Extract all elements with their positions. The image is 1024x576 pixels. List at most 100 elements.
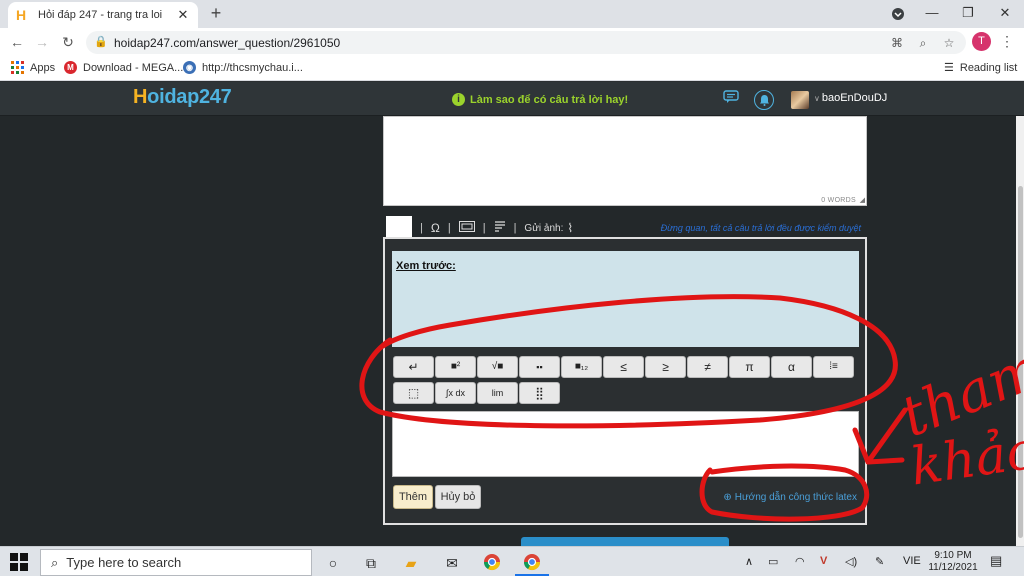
image-box-icon[interactable] xyxy=(458,221,475,235)
bookmark-label: http://thcsmychau.i... xyxy=(202,61,303,74)
math-bracket-button[interactable]: ⬚ xyxy=(393,382,434,404)
back-icon[interactable]: ← xyxy=(7,32,27,52)
moderation-notice: Đừng quan, tất cả câu trả lời đều được k… xyxy=(660,223,861,233)
tab-title: Hỏi đáp 247 - trang tra loi xyxy=(38,9,163,21)
zoom-icon[interactable]: ⌕ xyxy=(914,34,932,52)
mail-icon[interactable]: ✉ xyxy=(442,553,462,573)
cancel-button[interactable]: Hủy bỏ xyxy=(435,485,481,509)
rich-text-editor[interactable]: 0 WORDS ◢ xyxy=(383,116,867,206)
math-alpha-button[interactable]: α xyxy=(771,356,812,378)
chrome-active-icon[interactable] xyxy=(522,553,542,573)
preview-label: Xem trước: xyxy=(396,260,456,272)
notification-icon[interactable]: ▤ xyxy=(990,553,1002,569)
address-bar[interactable]: 🔒 hoidap247.com/answer_question/2961050 … xyxy=(86,31,966,54)
tab-search-icon[interactable] xyxy=(880,0,916,28)
windows-start-icon[interactable] xyxy=(10,553,28,571)
file-explorer-icon[interactable]: ▰ xyxy=(401,553,421,573)
resize-handle-icon[interactable]: ◢ xyxy=(860,196,865,204)
reading-list[interactable]: ☰ Reading list xyxy=(944,61,1018,75)
profile-avatar[interactable]: T xyxy=(972,32,991,51)
latex-guide-link[interactable]: ⊕ Hướng dẫn công thức latex xyxy=(723,492,857,503)
submit-answer-button[interactable]: Thêm xyxy=(393,485,433,509)
math-pi-button[interactable]: π xyxy=(729,356,770,378)
bookmark-mega[interactable]: M Download - MEGA... xyxy=(64,61,183,74)
bookmarks-bar: Apps M Download - MEGA... ◉ http://thcsm… xyxy=(0,56,1024,81)
toolbar-separator: | xyxy=(420,222,423,234)
restore-icon[interactable]: ❐ xyxy=(950,0,986,28)
pen-icon[interactable]: ✎ xyxy=(875,555,884,568)
reading-list-label: Reading list xyxy=(959,61,1018,74)
lock-icon: 🔒 xyxy=(94,36,108,48)
bell-icon[interactable] xyxy=(754,90,774,110)
answer-input[interactable] xyxy=(392,411,859,477)
volume-icon[interactable]: ◁) xyxy=(845,555,857,568)
page-content: 0 WORDS ◢ | Ω | | | Gửi ảnh: ⌇ Đừng quan… xyxy=(0,116,1016,546)
math-leq-button[interactable]: ≤ xyxy=(603,356,644,378)
cortana-icon[interactable]: ○ xyxy=(323,553,343,573)
logo-h: H xyxy=(133,86,148,108)
info-icon: i xyxy=(452,93,465,106)
taskbar-clock[interactable]: 9:10 PM 11/12/2021 xyxy=(925,550,981,574)
username[interactable]: ∨ baoEnDouDJ xyxy=(814,92,887,104)
word-count: 0 WORDS xyxy=(821,197,856,204)
task-view-icon[interactable]: ⧉ xyxy=(361,553,381,573)
star-icon[interactable]: ☆ xyxy=(940,34,958,52)
bookmark-apps[interactable]: Apps xyxy=(11,61,55,74)
search-icon: ⌕ xyxy=(51,554,59,570)
url-text[interactable]: hoidap247.com/answer_question/2961050 xyxy=(114,36,340,50)
wifi-icon[interactable]: ◠ xyxy=(795,555,805,568)
latex-guide-text: Hướng dẫn công thức latex xyxy=(734,492,857,503)
antivirus-icon[interactable]: V xyxy=(820,555,827,567)
math-matrix-button[interactable]: ⣿ xyxy=(519,382,560,404)
math-editor-panel: Xem trước: ↵ ■² √■ ▪▪ ■₁₂ ≤ ≥ ≠ π α ⁞≡ ⬚… xyxy=(383,237,867,525)
site-logo[interactable]: Hoidap247 xyxy=(133,86,232,109)
scrollbar-thumb[interactable] xyxy=(1018,186,1023,538)
tray-chevron-icon[interactable]: ∧ xyxy=(745,555,753,568)
tip-link[interactable]: i Làm sao để có câu trả lời hay! xyxy=(452,93,628,106)
browser-tab[interactable]: H Hỏi đáp 247 - trang tra loi ✕ xyxy=(8,2,198,28)
bookmark-thcs[interactable]: ◉ http://thcsmychau.i... xyxy=(183,61,303,74)
user-avatar[interactable] xyxy=(791,91,809,109)
globe-icon: ⊕ xyxy=(723,492,732,503)
translate-icon[interactable]: ⌘ xyxy=(888,34,906,52)
bookmark-label: Apps xyxy=(30,61,56,74)
chrome-icon[interactable] xyxy=(482,553,502,573)
math-fraction-button[interactable]: ▪▪ xyxy=(519,356,560,378)
math-subscript-button[interactable]: ■₁₂ xyxy=(561,356,602,378)
math-neq-button[interactable]: ≠ xyxy=(687,356,728,378)
hoidap-favicon-icon: H xyxy=(16,7,27,23)
clock-date: 11/12/2021 xyxy=(928,562,978,573)
bottom-action-bar[interactable] xyxy=(521,537,729,546)
math-newline-button[interactable]: ↵ xyxy=(393,356,434,378)
chat-icon[interactable] xyxy=(721,90,741,110)
forward-icon[interactable]: → xyxy=(32,32,52,52)
math-limit-button[interactable]: lim xyxy=(477,382,518,404)
math-root-button[interactable]: √■ xyxy=(477,356,518,378)
math-power-button[interactable]: ■² xyxy=(435,356,476,378)
math-geq-button[interactable]: ≥ xyxy=(645,356,686,378)
math-system-button[interactable]: ⁞≡ xyxy=(813,356,854,378)
clock-time: 9:10 PM xyxy=(934,550,972,561)
battery-icon[interactable]: ▭ xyxy=(768,555,778,568)
paperclip-icon[interactable]: ⌇ xyxy=(567,221,573,235)
draw-icon[interactable] xyxy=(494,220,506,236)
apps-grid-icon xyxy=(11,61,24,74)
browser-tab-strip: H Hỏi đáp 247 - trang tra loi ✕ + — ❐ ✕ xyxy=(0,0,1024,28)
browser-toolbar: ← → ↻ 🔒 hoidap247.com/answer_question/29… xyxy=(0,28,1024,56)
search-placeholder: Type here to search xyxy=(66,555,182,570)
language-indicator[interactable]: VIE xyxy=(903,555,921,567)
math-integral-button[interactable]: ∫x dx xyxy=(435,382,476,404)
username-text: baoEnDouDJ xyxy=(821,92,888,104)
site-header: Hoidap247 i Làm sao để có câu trả lời ha… xyxy=(0,82,1024,116)
minimize-icon[interactable]: — xyxy=(914,0,950,28)
preview-area: Xem trước: xyxy=(392,251,859,347)
close-window-icon[interactable]: ✕ xyxy=(987,0,1023,28)
reload-icon[interactable]: ↻ xyxy=(58,32,78,52)
new-tab-button[interactable]: + xyxy=(206,4,226,24)
taskbar-search-input[interactable]: ⌕ Type here to search xyxy=(40,549,312,576)
omega-icon[interactable]: Ω xyxy=(431,221,440,235)
tip-text: Làm sao để có câu trả lời hay! xyxy=(470,93,629,106)
toolbar-separator: | xyxy=(482,222,486,234)
tab-close-icon[interactable]: ✕ xyxy=(176,7,190,23)
menu-kebab-icon[interactable]: ⋮ xyxy=(1000,32,1014,52)
